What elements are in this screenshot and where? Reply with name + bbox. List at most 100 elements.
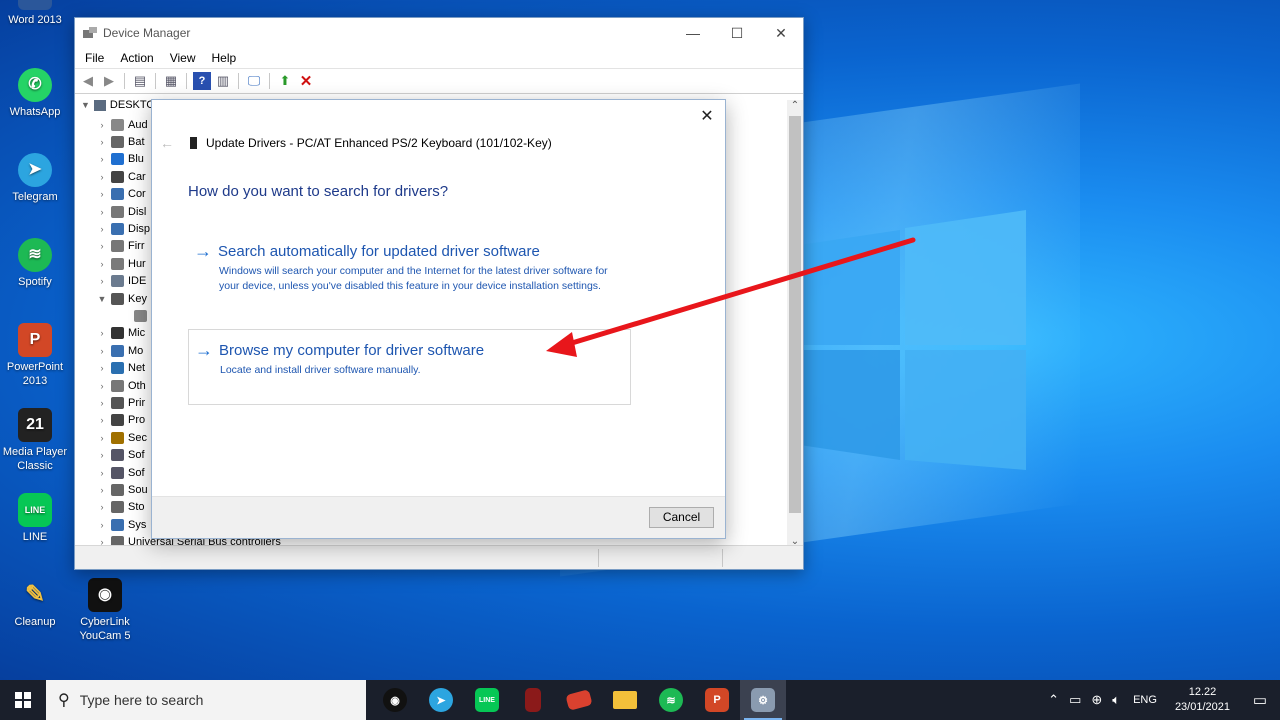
- chevron-right-icon[interactable]: ›: [97, 328, 107, 338]
- chevron-right-icon[interactable]: ›: [97, 450, 107, 460]
- details-icon[interactable]: ▥: [214, 72, 232, 90]
- chevron-right-icon[interactable]: ›: [97, 172, 107, 182]
- tree-item[interactable]: › Sto: [97, 499, 145, 516]
- chevron-right-icon[interactable]: ›: [97, 415, 107, 425]
- tree-item[interactable]: › Sof: [97, 464, 145, 481]
- list-icon[interactable]: ▦: [162, 72, 180, 90]
- close-button[interactable]: ✕: [759, 25, 803, 42]
- tree-item[interactable]: › Prir: [97, 394, 145, 411]
- back-icon[interactable]: ◀: [79, 72, 97, 90]
- chevron-right-icon[interactable]: ›: [97, 346, 107, 356]
- vertical-scrollbar[interactable]: ⌃ ⌄: [787, 100, 803, 547]
- chevron-right-icon[interactable]: ›: [97, 154, 107, 164]
- tree-item[interactable]: › Net: [97, 360, 145, 377]
- chevron-right-icon[interactable]: ›: [97, 520, 107, 530]
- tree-item[interactable]: › Sof: [97, 447, 145, 464]
- tree-item[interactable]: [120, 307, 151, 324]
- network-globe-icon[interactable]: ⊕: [1086, 692, 1107, 708]
- chevron-right-icon[interactable]: ›: [97, 433, 107, 443]
- chevron-up-icon[interactable]: ⌃: [1043, 692, 1064, 708]
- scan-hardware-icon[interactable]: 🖵: [245, 72, 263, 90]
- tree-item[interactable]: › IDE: [97, 273, 146, 290]
- menu-action[interactable]: Action: [112, 51, 161, 65]
- desktop-icon-powerpoint[interactable]: P PowerPoint 2013: [0, 323, 70, 388]
- tree-item[interactable]: › Bat: [97, 133, 145, 150]
- tree-item[interactable]: › Blu: [97, 151, 144, 168]
- menu-file[interactable]: File: [77, 51, 112, 65]
- chevron-right-icon[interactable]: ›: [97, 398, 107, 408]
- minimize-button[interactable]: —: [671, 25, 715, 42]
- desktop-icon-spotify[interactable]: ≋ Spotify: [0, 238, 70, 289]
- dialog-close-button[interactable]: ✕: [697, 106, 717, 126]
- tree-item[interactable]: › Oth: [97, 377, 146, 394]
- volume-icon[interactable]: 🔈︎: [1107, 692, 1125, 708]
- taskbar-telegram[interactable]: ➤: [418, 680, 464, 720]
- desktop-icon-word[interactable]: Word 2013: [0, 0, 70, 27]
- taskbar-youcam[interactable]: ◉: [372, 680, 418, 720]
- chevron-right-icon[interactable]: ›: [97, 189, 107, 199]
- properties-icon[interactable]: ▤: [131, 72, 149, 90]
- browse-computer-option[interactable]: → Browse my computer for driver software…: [188, 329, 631, 405]
- chevron-right-icon[interactable]: ›: [97, 502, 107, 512]
- maximize-button[interactable]: ☐: [715, 25, 759, 42]
- forward-icon[interactable]: ▶: [100, 72, 118, 90]
- chevron-down-icon[interactable]: ▼: [97, 294, 107, 304]
- help-icon[interactable]: ?: [193, 72, 211, 90]
- chevron-right-icon[interactable]: ›: [97, 276, 107, 286]
- taskbar-book[interactable]: [510, 680, 556, 720]
- desktop-icon-whatsapp[interactable]: ✆ WhatsApp: [0, 68, 70, 119]
- tree-item[interactable]: › Disp: [97, 220, 150, 237]
- uninstall-device-icon[interactable]: ✕: [297, 72, 315, 90]
- menu-view[interactable]: View: [162, 51, 204, 65]
- tree-item[interactable]: › Hur: [97, 255, 146, 272]
- scrollbar-thumb[interactable]: [789, 116, 801, 513]
- chevron-right-icon[interactable]: ›: [97, 207, 107, 217]
- chevron-right-icon[interactable]: ›: [97, 259, 107, 269]
- taskbar-spotify[interactable]: ≋: [648, 680, 694, 720]
- desktop-icon-line[interactable]: LINE LINE: [0, 493, 70, 544]
- taskbar-powerpoint[interactable]: P: [694, 680, 740, 720]
- update-driver-icon[interactable]: ⬆: [276, 72, 294, 90]
- tree-item[interactable]: › Disl: [97, 203, 146, 220]
- tree-item[interactable]: › Car: [97, 168, 146, 185]
- tree-item[interactable]: › Mo: [97, 342, 143, 359]
- search-automatically-option[interactable]: → Search automatically for updated drive…: [188, 231, 631, 293]
- taskbar-search-box[interactable]: ⚲ Type here to search: [46, 680, 366, 720]
- tree-item[interactable]: › Mic: [97, 325, 145, 342]
- scroll-up-arrow[interactable]: ⌃: [787, 100, 803, 111]
- chevron-right-icon[interactable]: ›: [97, 381, 107, 391]
- cancel-button[interactable]: Cancel: [649, 507, 714, 528]
- tree-item[interactable]: › Firr: [97, 238, 145, 255]
- device-manager-titlebar[interactable]: Device Manager — ☐ ✕: [75, 18, 803, 48]
- notification-icon[interactable]: ▭: [1240, 691, 1280, 709]
- tree-item[interactable]: › Sec: [97, 429, 147, 446]
- chevron-right-icon[interactable]: ›: [97, 468, 107, 478]
- taskbar-line[interactable]: LINE: [464, 680, 510, 720]
- desktop-icon-telegram[interactable]: ➤ Telegram: [0, 153, 70, 204]
- back-arrow-icon[interactable]: ←: [160, 135, 174, 151]
- chevron-right-icon[interactable]: ›: [97, 485, 107, 495]
- desktop-icon-cleanup[interactable]: ✎ Cleanup: [0, 578, 70, 629]
- chevron-right-icon[interactable]: ›: [97, 120, 107, 130]
- battery-icon[interactable]: ▭: [1064, 692, 1086, 708]
- language-indicator[interactable]: ENG: [1125, 694, 1165, 706]
- desktop-icon-media-player[interactable]: 21 Media Player Classic: [0, 408, 70, 473]
- tree-item[interactable]: ▼ Key: [97, 290, 147, 307]
- chevron-right-icon[interactable]: ›: [97, 224, 107, 234]
- taskbar-file-explorer[interactable]: [602, 680, 648, 720]
- chevron-right-icon[interactable]: ›: [97, 537, 107, 545]
- chevron-down-icon[interactable]: ▼: [81, 100, 90, 110]
- tree-root[interactable]: ▼ DESKTO: [81, 99, 155, 111]
- tree-item[interactable]: › Aud: [97, 116, 148, 133]
- desktop-icon-youcam[interactable]: ◉ CyberLink YouCam 5: [70, 578, 140, 643]
- tree-item[interactable]: › Cor: [97, 186, 146, 203]
- chevron-right-icon[interactable]: ›: [97, 241, 107, 251]
- tree-item[interactable]: › Pro: [97, 412, 145, 429]
- start-button[interactable]: [0, 680, 46, 720]
- taskbar-red-app[interactable]: [556, 680, 602, 720]
- chevron-right-icon[interactable]: ›: [97, 137, 107, 147]
- clock[interactable]: 12.22 23/01/2021: [1165, 685, 1240, 715]
- chevron-right-icon[interactable]: ›: [97, 363, 107, 373]
- menu-help[interactable]: Help: [204, 51, 245, 65]
- taskbar-device-manager[interactable]: ⚙: [740, 680, 786, 720]
